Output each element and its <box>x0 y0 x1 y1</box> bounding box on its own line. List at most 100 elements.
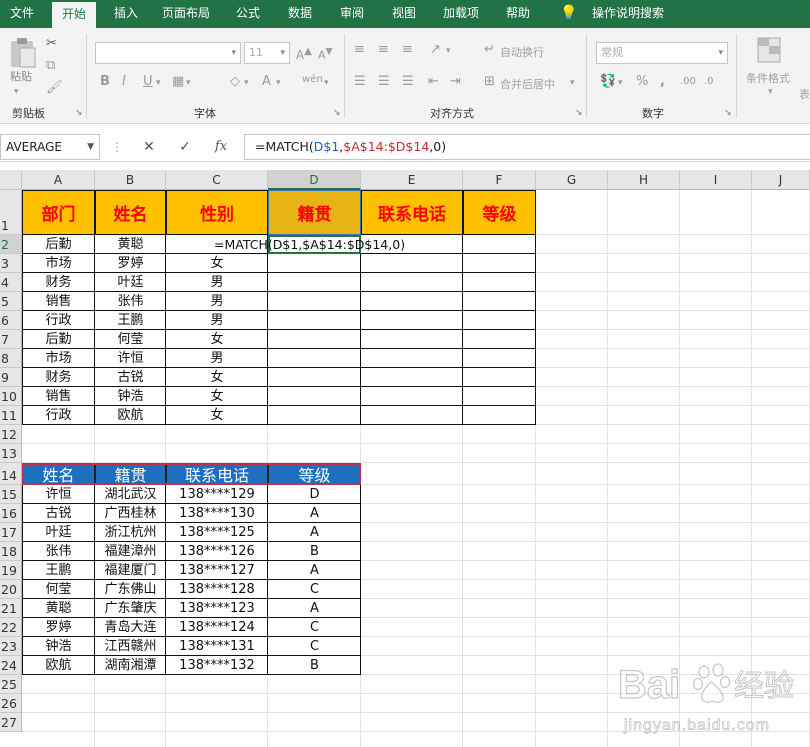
row-header[interactable]: 24 <box>0 656 22 675</box>
table1-cell[interactable] <box>268 254 361 273</box>
lightbulb-icon[interactable]: 💡 <box>560 0 578 28</box>
row-header[interactable]: 23 <box>0 637 22 656</box>
copy-icon[interactable]: ⧉ <box>46 58 55 74</box>
table1-cell[interactable] <box>361 254 463 273</box>
ribbon-tab[interactable]: 视图 <box>382 0 426 28</box>
increase-decimal-icon[interactable]: .00 <box>680 74 696 90</box>
row-header[interactable]: 5 <box>0 292 22 311</box>
chevron-down-icon[interactable]: ▾ <box>156 75 161 91</box>
ribbon-tab[interactable]: 公式 <box>226 0 270 28</box>
merge-icon[interactable]: ⊞ <box>484 74 495 90</box>
ribbon-tab[interactable]: 加载项 <box>434 0 488 28</box>
table1-cell[interactable] <box>463 368 536 387</box>
row-header[interactable]: 2 <box>0 235 22 254</box>
table1-cell[interactable] <box>463 330 536 349</box>
paste-label[interactable]: 粘贴 <box>10 68 32 84</box>
table1-cell[interactable] <box>361 330 463 349</box>
table1-cell[interactable] <box>268 292 361 311</box>
insert-function-icon[interactable]: fx <box>210 134 232 160</box>
row-header[interactable]: 21 <box>0 599 22 618</box>
enter-icon[interactable]: ✓ <box>174 134 196 160</box>
row-header[interactable]: 25 <box>0 675 22 694</box>
decrease-font-icon[interactable]: A▼ <box>318 44 333 64</box>
dialog-launcher-icon[interactable]: ↘ <box>75 108 83 118</box>
orientation-icon[interactable]: ↗ <box>430 42 441 58</box>
chevron-down-icon[interactable]: ▾ <box>276 75 281 91</box>
row-header[interactable]: 11 <box>0 406 22 425</box>
ribbon-tab[interactable]: 审阅 <box>330 0 374 28</box>
table1-cell[interactable] <box>463 349 536 368</box>
cancel-icon[interactable]: ✕ <box>138 134 160 160</box>
table1-header-cell[interactable]: 性别 <box>166 190 268 235</box>
ribbon-tab[interactable]: 页面布局 <box>154 0 218 28</box>
table1-cell[interactable] <box>361 387 463 406</box>
row-header[interactable]: 22 <box>0 618 22 637</box>
increase-font-icon[interactable]: A▲ <box>296 44 312 63</box>
table1-cell[interactable] <box>463 235 536 254</box>
table1-cell[interactable] <box>463 273 536 292</box>
column-header[interactable]: I <box>680 170 752 190</box>
row-header[interactable]: 27 <box>0 713 22 732</box>
row-header[interactable]: 6 <box>0 311 22 330</box>
row-header[interactable]: 16 <box>0 504 22 523</box>
table1-cell[interactable] <box>268 273 361 292</box>
ribbon-tab[interactable]: 开始 <box>52 2 96 28</box>
table1-header-cell[interactable]: 等级 <box>463 190 536 235</box>
table1-cell[interactable] <box>463 254 536 273</box>
font-name-combo[interactable]: ▾ <box>95 42 241 64</box>
table1-cell[interactable] <box>463 311 536 330</box>
table1-cell[interactable] <box>268 330 361 349</box>
ribbon-tab[interactable]: 数据 <box>278 0 322 28</box>
borders-icon[interactable]: ▦ <box>172 74 184 90</box>
table1-cell[interactable] <box>268 368 361 387</box>
paste-icon[interactable] <box>8 36 38 70</box>
number-format-combo[interactable]: 常规 ▾ <box>596 42 728 64</box>
table1-cell[interactable] <box>361 368 463 387</box>
table1-cell[interactable] <box>463 406 536 425</box>
table1-header-cell[interactable]: 部门 <box>22 190 95 235</box>
table1-cell[interactable] <box>268 406 361 425</box>
select-all-corner[interactable] <box>0 170 22 190</box>
phonetic-icon[interactable]: wén <box>302 72 323 88</box>
column-header[interactable]: H <box>608 170 680 190</box>
wrap-text-icon[interactable]: ↵ <box>484 42 495 58</box>
row-header[interactable]: 13 <box>0 444 22 463</box>
column-header[interactable]: F <box>463 170 536 190</box>
column-header[interactable]: A <box>22 170 95 190</box>
table1-header-cell[interactable]: 联系电话 <box>361 190 463 235</box>
chevron-down-icon[interactable]: ▾ <box>14 84 19 100</box>
table1-cell[interactable] <box>463 387 536 406</box>
row-header[interactable]: 10 <box>0 387 22 406</box>
ribbon-tab[interactable]: 插入 <box>104 0 148 28</box>
row-header[interactable]: 1 <box>0 190 22 235</box>
column-header[interactable]: G <box>536 170 608 190</box>
table1-cell[interactable] <box>361 349 463 368</box>
table1-header-cell[interactable]: 姓名 <box>95 190 166 235</box>
decrease-indent-icon[interactable]: ⇤ <box>428 74 439 90</box>
table1-cell[interactable] <box>463 292 536 311</box>
row-header[interactable]: 4 <box>0 273 22 292</box>
table1-cell[interactable] <box>268 349 361 368</box>
table1-cell[interactable] <box>361 311 463 330</box>
row-header[interactable]: 9 <box>0 368 22 387</box>
percent-icon[interactable]: % <box>636 74 648 90</box>
align-middle-icon[interactable]: ≡ <box>378 42 389 58</box>
chevron-down-icon[interactable]: ▾ <box>186 75 191 91</box>
dialog-launcher-icon[interactable]: ↘ <box>575 108 583 118</box>
ribbon-tab[interactable]: 文件 <box>0 0 44 28</box>
chevron-down-icon[interactable]: ▾ <box>324 75 329 91</box>
dialog-launcher-icon[interactable]: ↘ <box>724 108 732 118</box>
table1-cell[interactable] <box>361 273 463 292</box>
ribbon-tab[interactable]: 帮助 <box>496 0 540 28</box>
currency-icon[interactable]: 💱 <box>600 74 616 90</box>
wrap-text-button[interactable]: 自动换行 <box>500 44 544 60</box>
row-header[interactable]: 26 <box>0 694 22 713</box>
align-right-icon[interactable]: ☰ <box>402 74 414 90</box>
align-center-icon[interactable]: ☰ <box>378 74 390 90</box>
italic-icon[interactable]: I <box>122 74 126 90</box>
name-box[interactable]: AVERAGE ▼ <box>0 134 100 160</box>
row-header[interactable]: 14 <box>0 463 22 485</box>
column-header[interactable]: D <box>268 170 361 190</box>
chevron-down-icon[interactable]: ▾ <box>570 75 575 91</box>
increase-indent-icon[interactable]: ⇥ <box>450 74 461 90</box>
